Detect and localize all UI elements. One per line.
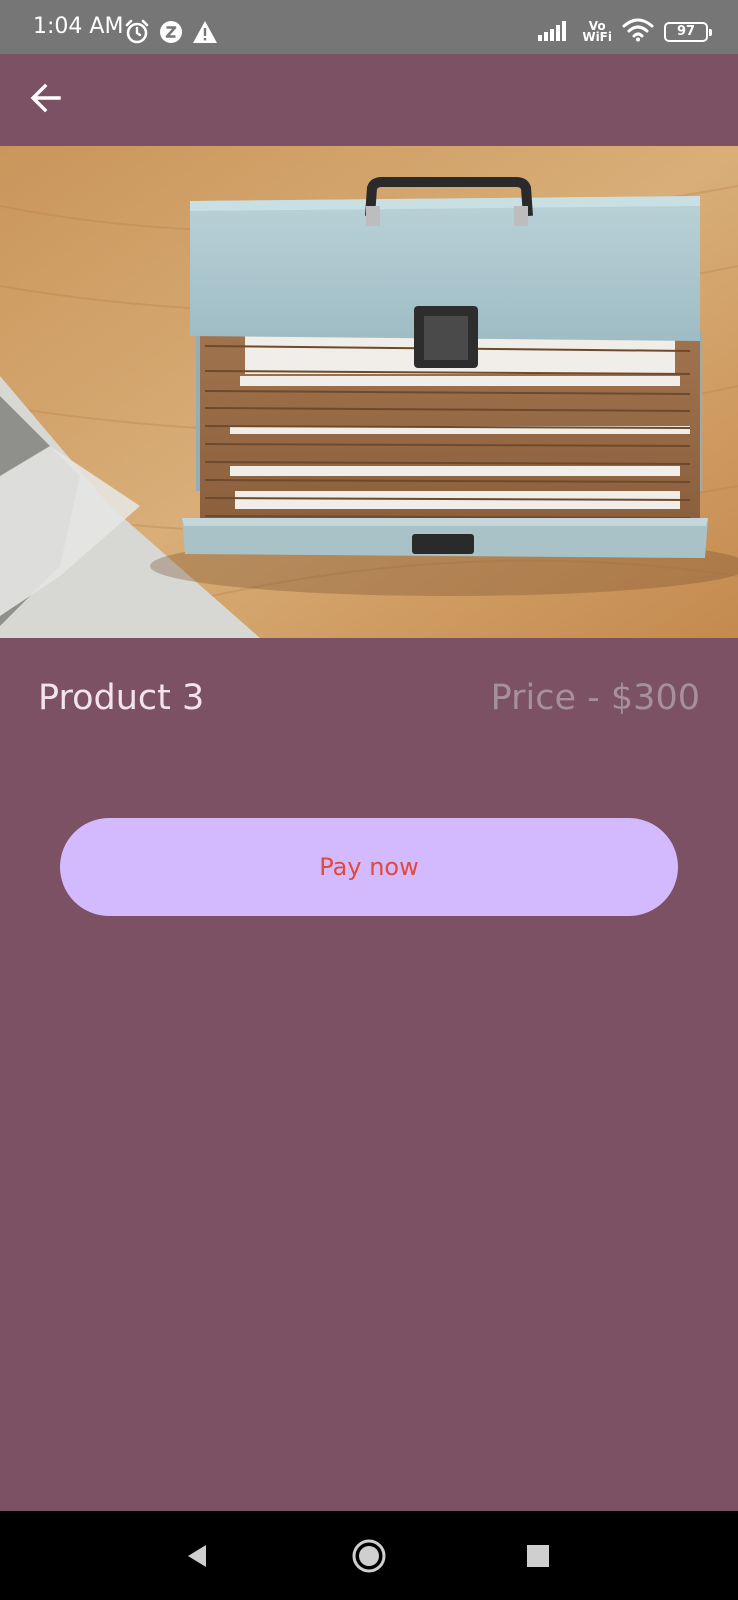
product-name: Product 3 [38,678,205,718]
product-image [0,146,738,638]
battery-icon: 97 [664,22,712,42]
nav-back-button[interactable] [172,1531,222,1581]
system-nav-bar [0,1511,738,1600]
nav-home-button[interactable] [344,1531,394,1581]
app-bar [0,54,738,146]
status-bar: 1:04 AM Vo WiFi 97 [0,0,738,54]
vowifi-label: Vo WiFi [582,20,612,44]
z-app-icon [158,19,184,50]
pay-now-button[interactable]: Pay now [60,818,678,916]
recents-square-icon [527,1545,549,1567]
status-notification-icons [124,19,218,50]
alarm-icon [124,19,150,50]
home-circle-icon [352,1539,386,1573]
back-triangle-icon [188,1545,206,1567]
status-system-icons: Vo WiFi 97 [538,17,712,47]
warning-icon [192,20,218,49]
product-price: Price - $300 [490,678,700,718]
product-info-row: Product 3 Price - $300 [0,672,738,722]
status-time: 1:04 AM [33,14,124,39]
arrow-left-icon [30,83,61,113]
wifi-icon [622,18,654,47]
nav-recents-button[interactable] [513,1531,563,1581]
vowifi-label-bottom: WiFi [582,30,612,44]
signal-icon [538,19,572,46]
back-button[interactable] [24,76,68,120]
